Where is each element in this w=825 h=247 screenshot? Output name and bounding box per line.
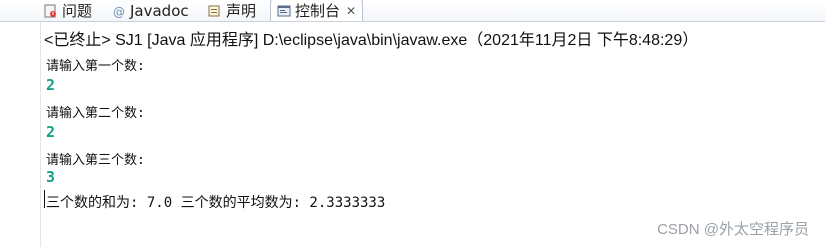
tab-console[interactable]: 控制台 ✕ — [270, 0, 364, 21]
console-gutter — [40, 22, 41, 247]
view-tab-bar: 问题 @ Javadoc 声明 控制台 ✕ — [0, 0, 825, 22]
tab-label: 控制台 — [295, 2, 341, 20]
at-icon: @ — [112, 4, 126, 19]
console-line: 请输入第二个数: — [46, 106, 145, 121]
text-caret — [44, 190, 45, 208]
tab-label: 声明 — [226, 2, 257, 20]
close-icon[interactable]: ✕ — [346, 4, 356, 18]
declaration-icon — [208, 4, 222, 18]
tab-label: Javadoc — [130, 1, 189, 20]
watermark: CSDN @外太空程序员 — [657, 221, 809, 238]
console-line: 三个数的和为: 7.0 三个数的平均数为: 2.3333333 — [46, 195, 386, 211]
problems-icon — [44, 4, 58, 18]
console-icon — [277, 4, 291, 18]
tab-label: 问题 — [62, 2, 93, 20]
tab-declaration[interactable]: 声明 — [208, 0, 256, 21]
console-line: 请输入第一个数: — [46, 59, 145, 74]
tab-javadoc[interactable]: @ Javadoc — [112, 0, 189, 21]
tab-problems[interactable]: 问题 — [44, 0, 92, 21]
console-line: 3 — [46, 168, 56, 186]
console-line: 2 — [46, 76, 56, 94]
console-line: 请输入第三个数: — [46, 153, 145, 168]
svg-text:@: @ — [113, 5, 125, 18]
console-line: 2 — [46, 123, 56, 141]
console-status: <已终止> SJ1 [Java 应用程序] D:\eclipse\java\bi… — [44, 32, 699, 49]
